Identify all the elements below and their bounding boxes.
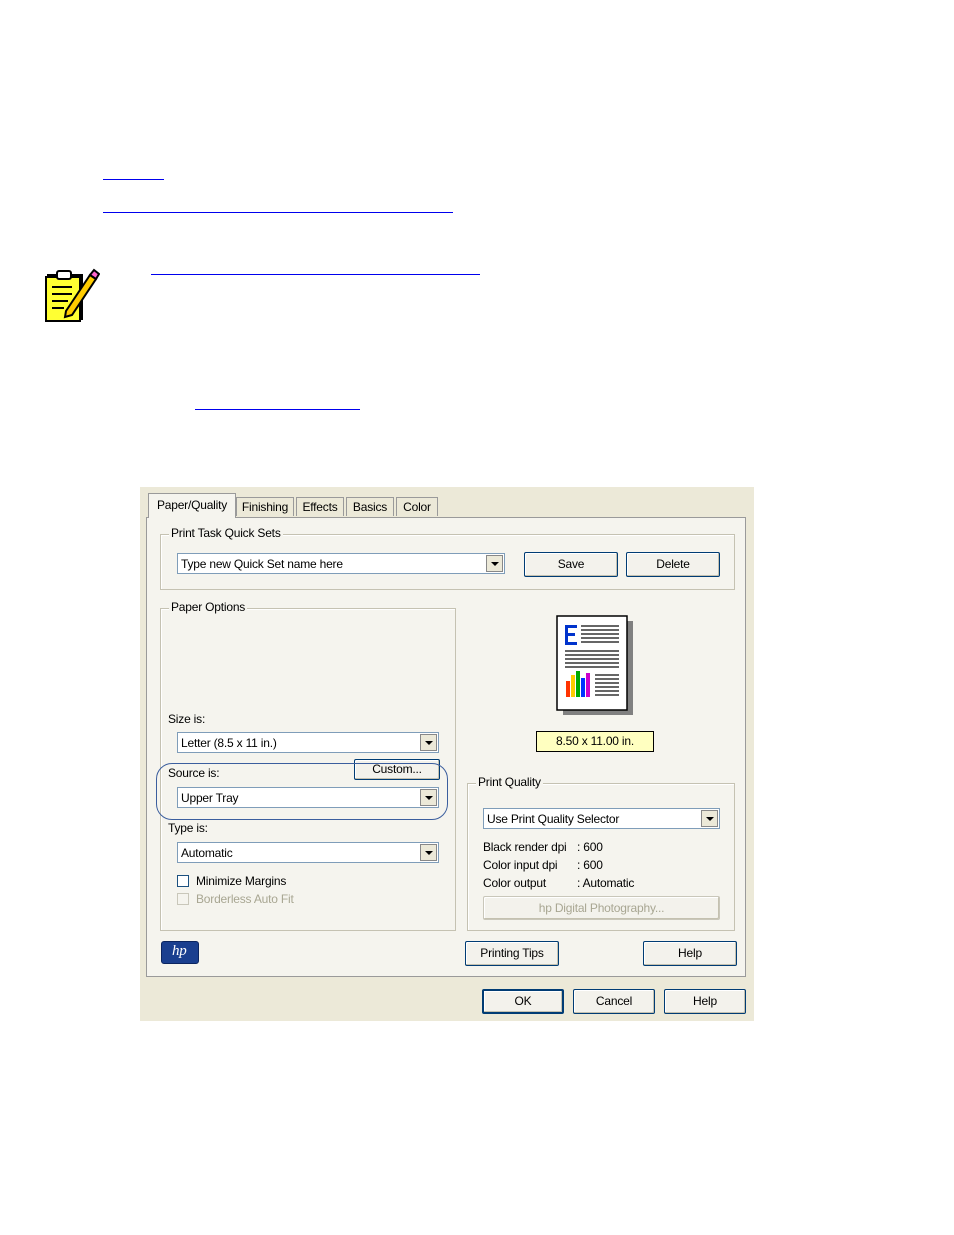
save-button[interactable]: Save [524, 552, 618, 577]
print-quality-combo[interactable]: Use Print Quality Selector [483, 808, 720, 829]
note-clipboard-icon [45, 268, 100, 322]
hp-logo-text: hp [172, 943, 187, 959]
cancel-button[interactable]: Cancel [573, 989, 655, 1014]
page-preview-icon [556, 615, 633, 715]
hp-digital-photography-button: hp Digital Photography... [483, 896, 720, 920]
type-value: Automatic [181, 846, 233, 860]
quick-sets-title: Print Task Quick Sets [169, 526, 283, 540]
hyperlink-underline[interactable] [103, 179, 164, 180]
print-quality-title: Print Quality [476, 775, 543, 789]
chevron-down-icon[interactable] [486, 555, 503, 572]
tab-color[interactable]: Color [396, 497, 438, 516]
quick-sets-group: Print Task Quick Sets Type new Quick Set… [160, 526, 735, 590]
type-label: Type is: [168, 821, 208, 835]
paper-size-readout: 8.50 x 11.00 in. [536, 731, 654, 752]
chevron-down-icon[interactable] [420, 844, 437, 861]
size-combo[interactable]: Letter (8.5 x 11 in.) [177, 732, 439, 753]
help-button[interactable]: Help [643, 941, 737, 966]
quick-set-combo[interactable]: Type new Quick Set name here [177, 553, 505, 574]
color-output-value: : Automatic [577, 876, 635, 890]
tab-effects[interactable]: Effects [296, 497, 344, 516]
color-input-dpi-value: : 600 [577, 858, 603, 872]
hp-logo: hp [161, 941, 199, 964]
quick-set-value: Type new Quick Set name here [181, 557, 343, 571]
tab-basics[interactable]: Basics [346, 497, 394, 516]
borderless-label: Borderless Auto Fit [196, 892, 294, 906]
print-quality-group: Print Quality Use Print Quality Selector… [467, 775, 735, 931]
black-dpi-key: Black render dpi [483, 840, 567, 854]
borderless-checkbox [177, 893, 189, 905]
chevron-down-icon[interactable] [701, 810, 718, 827]
printer-properties-dialog: Paper/Quality Finishing Effects Basics C… [140, 487, 754, 1021]
color-output-key: Color output [483, 876, 546, 890]
minimize-margins-label[interactable]: Minimize Margins [196, 874, 286, 888]
type-combo[interactable]: Automatic [177, 842, 439, 863]
chevron-down-icon[interactable] [420, 734, 437, 751]
hyperlink-underline[interactable] [195, 409, 360, 410]
size-value: Letter (8.5 x 11 in.) [181, 736, 277, 750]
hyperlink-underline[interactable] [151, 274, 480, 275]
color-input-dpi-key: Color input dpi [483, 858, 558, 872]
tab-finishing[interactable]: Finishing [236, 497, 294, 516]
delete-button[interactable]: Delete [626, 552, 720, 577]
black-dpi-value: : 600 [577, 840, 603, 854]
hyperlink-underline[interactable] [103, 212, 453, 213]
paper-options-title: Paper Options [169, 600, 248, 614]
tab-paper-quality[interactable]: Paper/Quality [148, 493, 236, 518]
ok-button[interactable]: OK [482, 989, 564, 1014]
size-label: Size is: [168, 712, 206, 726]
print-quality-value: Use Print Quality Selector [487, 812, 620, 826]
bottom-help-button[interactable]: Help [664, 989, 746, 1014]
source-highlight-ring [156, 763, 448, 820]
printing-tips-button[interactable]: Printing Tips [465, 941, 559, 966]
tab-panel: Print Task Quick Sets Type new Quick Set… [146, 517, 746, 977]
minimize-margins-checkbox[interactable] [177, 875, 189, 887]
